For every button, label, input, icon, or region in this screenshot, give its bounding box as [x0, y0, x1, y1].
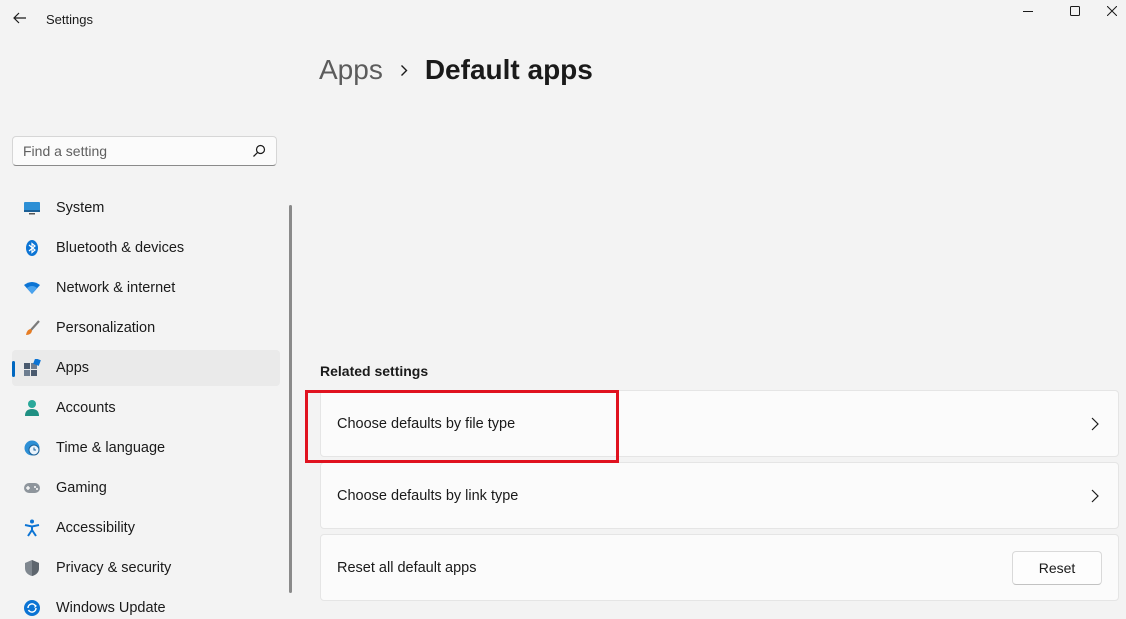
globe-clock-icon [22, 438, 42, 458]
sidebar-item-windows-update[interactable]: Windows Update [12, 590, 280, 619]
search-box[interactable] [12, 136, 277, 166]
maximize-icon [1070, 6, 1080, 16]
sidebar-item-label: Network & internet [56, 280, 176, 296]
apps-icon [22, 358, 42, 378]
window-title: Settings [46, 12, 93, 27]
sidebar-item-bluetooth-devices[interactable]: Bluetooth & devices [12, 230, 280, 266]
sidebar-item-label: Windows Update [56, 600, 166, 616]
breadcrumb-chevron-icon [383, 64, 425, 77]
sidebar-item-accounts[interactable]: Accounts [12, 390, 280, 426]
sidebar-item-network-internet[interactable]: Network & internet [12, 270, 280, 306]
related-settings-heading: Related settings [320, 363, 429, 379]
sidebar-item-gaming[interactable]: Gaming [12, 470, 280, 506]
reset-default-apps-label: Reset all default apps [337, 559, 477, 576]
sidebar-item-label: Personalization [56, 320, 156, 336]
sidebar-item-label: Privacy & security [56, 560, 172, 576]
breadcrumb-parent-link[interactable]: Apps [319, 54, 383, 86]
sidebar-item-apps[interactable]: Apps [12, 350, 280, 386]
sidebar-item-personalization[interactable]: Personalization [12, 310, 280, 346]
minimize-button[interactable] [1005, 0, 1051, 22]
sidebar-nav: System Bluetooth & devices Network & int… [12, 190, 280, 619]
sidebar-item-time-language[interactable]: Time & language [12, 430, 280, 466]
search-icon[interactable] [252, 144, 266, 158]
person-icon [22, 398, 42, 418]
paintbrush-icon [22, 318, 42, 338]
back-arrow-icon [13, 12, 26, 24]
sidebar-item-label: Time & language [56, 440, 166, 456]
chevron-right-icon [1091, 489, 1099, 503]
sidebar-item-label: Accessibility [56, 520, 135, 536]
reset-button[interactable]: Reset [1012, 551, 1102, 585]
back-button[interactable] [8, 6, 32, 30]
minimize-icon [1023, 11, 1033, 12]
choose-defaults-file-type-item[interactable]: Choose defaults by file type [320, 390, 1119, 457]
sidebar-item-label: Gaming [56, 480, 107, 496]
sidebar-item-system[interactable]: System [12, 190, 280, 226]
update-icon [22, 598, 42, 618]
sidebar-item-accessibility[interactable]: Accessibility [12, 510, 280, 546]
accessibility-icon [22, 518, 42, 538]
maximize-button[interactable] [1052, 0, 1098, 22]
page-title: Default apps [424, 54, 593, 85]
reset-default-apps-item: Reset all default apps Reset [320, 534, 1119, 601]
monitor-icon [22, 198, 42, 218]
search-input[interactable] [13, 137, 250, 165]
wifi-icon [22, 278, 42, 298]
bluetooth-icon [22, 238, 42, 258]
choose-defaults-link-type-item[interactable]: Choose defaults by link type [320, 462, 1119, 529]
file-type-label: Choose defaults by file type [337, 415, 516, 432]
sidebar-item-label: Accounts [56, 400, 116, 416]
chevron-right-icon [1091, 417, 1099, 431]
sidebar-item-privacy-security[interactable]: Privacy & security [12, 550, 280, 586]
close-icon [1107, 6, 1117, 16]
gamepad-icon [22, 478, 42, 498]
close-button[interactable] [1098, 0, 1126, 22]
sidebar-item-label: Apps [56, 360, 90, 376]
settings-window: Settings Apps Default apps Find a settin… [0, 0, 1126, 619]
shield-icon [22, 558, 42, 578]
breadcrumb: Apps Default apps [319, 50, 593, 90]
sidebar-item-label: System [56, 200, 105, 216]
sidebar-scrollbar[interactable] [289, 205, 292, 593]
link-type-label: Choose defaults by link type [337, 487, 519, 504]
sidebar-item-label: Bluetooth & devices [56, 240, 185, 256]
